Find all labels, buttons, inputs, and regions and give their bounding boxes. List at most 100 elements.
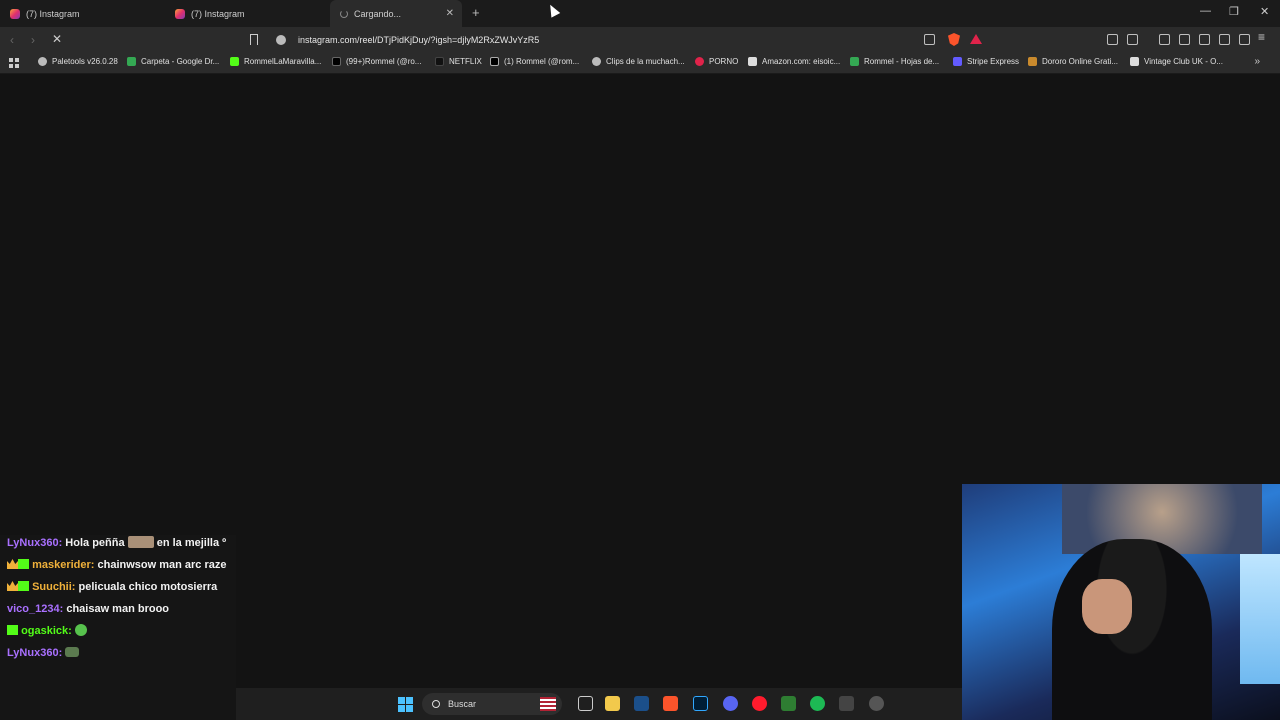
wallet-icon[interactable] [1199, 34, 1210, 45]
site-icon [1130, 57, 1139, 66]
restore-icon[interactable]: ❐ [1229, 5, 1239, 18]
bookmark-item[interactable]: PORNO [695, 57, 738, 66]
task-view-icon[interactable] [578, 696, 593, 711]
stream-chat-overlay: LyNux360: Hola peñña en la mejilla º mas… [0, 535, 236, 720]
bookmark-item[interactable]: Vintage Club UK - O... [1130, 57, 1223, 66]
close-tab-icon[interactable]: ✕ [446, 8, 454, 19]
browser-toolbar: ‹ › ✕ instagram.com/reel/DTjPidKjDuy/?ig… [0, 27, 1280, 53]
share-icon[interactable] [924, 34, 935, 45]
bookmark-item[interactable]: Paletools v26.0.28 [38, 57, 118, 66]
tab-title: (7) Instagram [191, 8, 245, 19]
app-icon[interactable] [781, 696, 796, 711]
menu-icon[interactable]: ≡ [1258, 30, 1265, 44]
steam-icon[interactable] [634, 696, 649, 711]
tab-loading[interactable]: Cargando... ✕ [330, 0, 462, 27]
browser-tab-bar: (7) Instagram (7) Instagram Cargando... … [0, 0, 1280, 27]
brave-icon[interactable] [663, 696, 678, 711]
site-info-icon[interactable] [276, 35, 286, 45]
bookmark-item[interactable]: Carpeta - Google Dr... [127, 57, 219, 66]
stripe-icon [953, 57, 962, 66]
vpn-icon[interactable] [1239, 34, 1250, 45]
flag-icon [540, 697, 556, 711]
emote-icon [127, 536, 154, 548]
stop-loading-icon[interactable]: ✕ [52, 32, 62, 46]
tab-instagram-2[interactable]: (7) Instagram [165, 0, 330, 27]
more-bookmarks-icon[interactable]: » [1254, 56, 1260, 67]
tiktok-icon [332, 57, 341, 66]
chat-message: maskerider: chainwsow man arc raze [7, 557, 229, 573]
emote-icon [65, 647, 80, 657]
mouse-cursor-icon [545, 2, 561, 18]
bookmark-item[interactable]: Clips de la muchach... [592, 57, 685, 66]
bookmark-item[interactable]: Rommel - Hojas de... [850, 57, 939, 66]
chat-message: LyNux360: Hola peñña en la mejilla º [7, 535, 229, 551]
tab-instagram-1[interactable]: (7) Instagram [0, 0, 165, 27]
chat-text: pelicuala chico motosierra [78, 581, 218, 593]
google-sheets-icon [850, 57, 859, 66]
bookmark-item[interactable]: Dororo Online Grati... [1028, 57, 1118, 66]
apps-grid-icon[interactable] [9, 58, 19, 68]
bookmark-page-icon[interactable] [250, 34, 258, 45]
bookmark-item[interactable]: (99+)Rommel (@ro... [332, 57, 421, 66]
forward-icon[interactable]: › [31, 33, 35, 47]
photoshop-icon[interactable] [693, 696, 708, 711]
globe-icon [38, 57, 47, 66]
app-icon[interactable] [839, 696, 854, 711]
tab-title: Cargando... [354, 8, 402, 19]
chat-username: maskerider: [32, 559, 95, 571]
kick-badge-icon [18, 581, 29, 591]
discord-icon[interactable] [723, 696, 738, 711]
kick-badge-icon [7, 625, 18, 635]
streamer-face-image [1082, 579, 1132, 634]
site-icon [1028, 57, 1037, 66]
file-explorer-icon[interactable] [605, 696, 620, 711]
bookmark-item[interactable]: Amazon.com: eisoic... [748, 57, 840, 66]
bookmark-item[interactable]: NETFLIX [435, 57, 482, 66]
loading-spinner-icon [340, 9, 348, 18]
chat-text: Hola peñña [65, 537, 125, 549]
bookmark-item[interactable]: RommelLaMaravilla... [230, 57, 321, 66]
amazon-icon [748, 57, 757, 66]
x-icon [490, 57, 499, 66]
streamer-image [1052, 539, 1212, 720]
search-icon [432, 700, 440, 708]
chat-message: ogaskick: [7, 623, 229, 639]
crown-badge-icon [7, 559, 18, 569]
shelf-image [1240, 554, 1280, 684]
netflix-icon [435, 57, 444, 66]
kick-badge-icon [18, 559, 29, 569]
close-window-icon[interactable]: ✕ [1260, 5, 1269, 18]
globe-icon [592, 57, 601, 66]
app-icon[interactable] [869, 696, 884, 711]
webcam-overlay [962, 484, 1280, 720]
chat-username: LyNux360: [7, 537, 63, 549]
taskbar-search-box[interactable]: Buscar [422, 693, 562, 715]
spotify-icon[interactable] [810, 696, 825, 711]
opera-icon[interactable] [752, 696, 767, 711]
bookmark-item[interactable]: Stripe Express [953, 57, 1019, 66]
emote-icon [74, 624, 87, 636]
chat-username: LyNux360: [7, 647, 63, 659]
media-icon[interactable] [1159, 34, 1170, 45]
chat-message: vico_1234: chaisaw man brooo [7, 601, 229, 617]
tab-title: (7) Instagram [26, 8, 80, 19]
tab-search-icon[interactable] [1127, 34, 1138, 45]
extensions-icon[interactable] [1107, 34, 1118, 45]
instagram-icon [175, 8, 185, 19]
bookmark-item[interactable]: (1) Rommel (@rom... [490, 57, 579, 66]
sidebar-icon[interactable] [1179, 34, 1190, 45]
address-bar[interactable]: instagram.com/reel/DTjPidKjDuy/?igsh=djl… [272, 30, 992, 50]
brave-rewards-icon[interactable] [970, 34, 982, 44]
back-icon[interactable]: ‹ [10, 33, 14, 47]
new-tab-plus-icon[interactable]: + [472, 5, 480, 20]
kick-icon [230, 57, 239, 66]
chat-text: chaisaw man brooo [66, 603, 170, 615]
windows-start-icon[interactable] [398, 697, 413, 712]
search-placeholder: Buscar [448, 699, 477, 709]
chat-username: vico_1234: [7, 603, 64, 615]
chat-message: Suuchii: pelicuala chico motosierra [7, 579, 229, 595]
minimize-icon[interactable]: — [1200, 5, 1211, 17]
google-drive-icon [127, 57, 136, 66]
leo-ai-icon[interactable] [1219, 34, 1230, 45]
chat-username: ogaskick: [21, 625, 72, 637]
